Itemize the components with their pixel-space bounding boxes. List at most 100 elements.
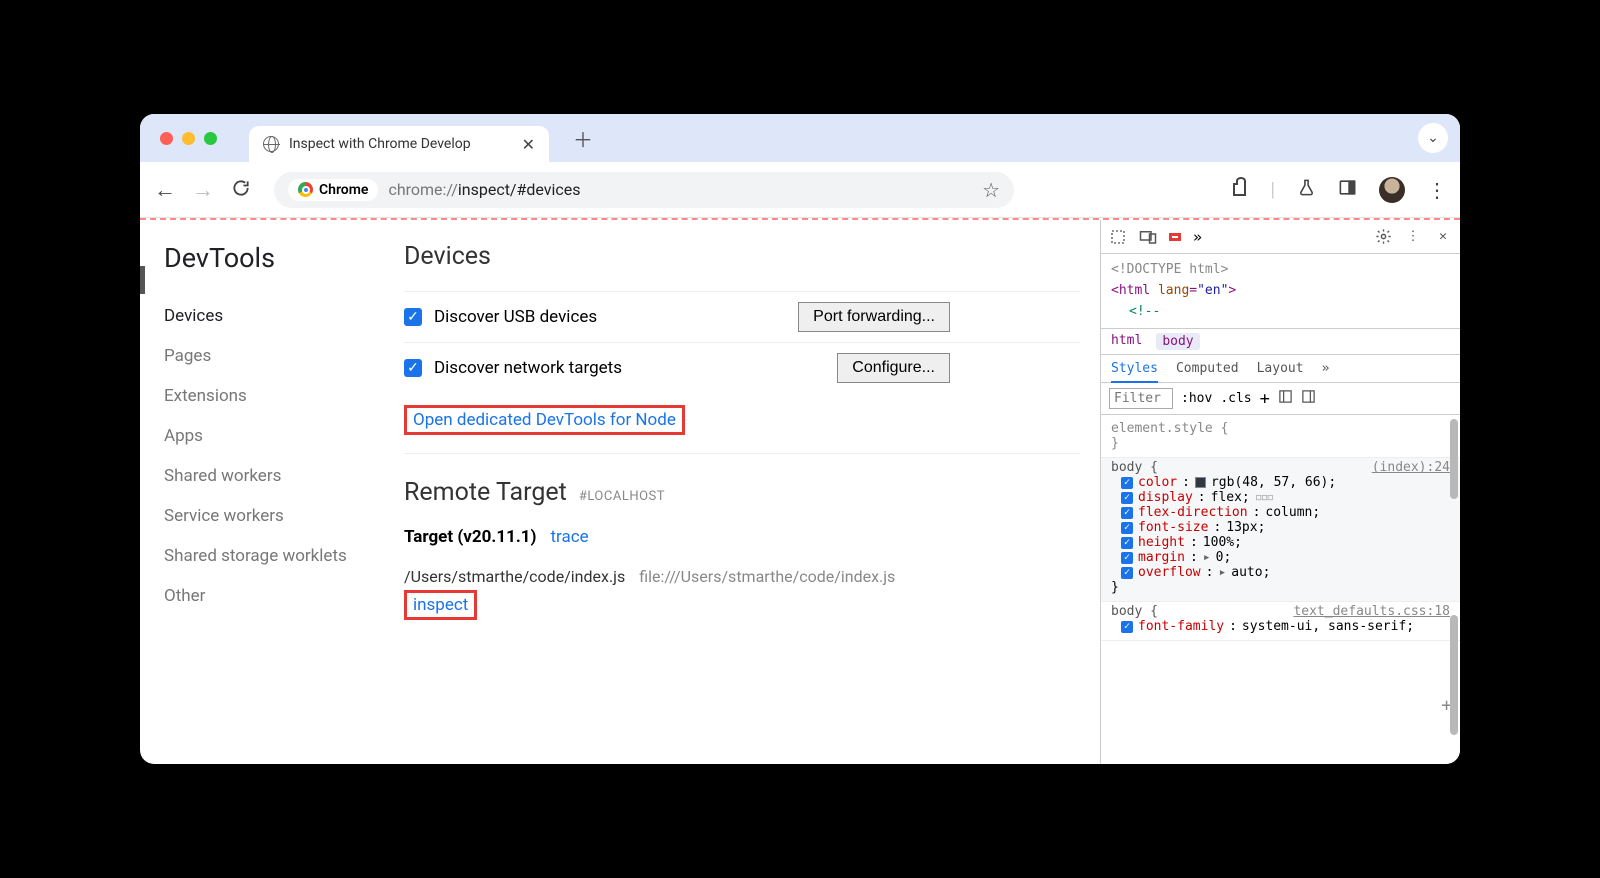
discover-network-row: ✓ Discover network targets Configure... <box>404 342 1080 393</box>
settings-gear-icon[interactable] <box>1374 228 1392 246</box>
sidebar-item-shared-workers[interactable]: Shared workers <box>164 456 404 496</box>
labs-icon[interactable] <box>1297 178 1316 202</box>
discover-usb-checkbox[interactable]: ✓ <box>404 308 422 326</box>
computed-sidebar-icon[interactable] <box>1278 389 1293 408</box>
hov-toggle[interactable]: :hov <box>1181 391 1212 406</box>
trace-link[interactable]: trace <box>550 527 588 547</box>
close-window-button[interactable] <box>160 132 173 145</box>
discover-usb-label: Discover USB devices <box>434 307 597 327</box>
side-panel-icon[interactable] <box>1338 178 1357 202</box>
target-version: (v20.11.1) <box>457 527 536 547</box>
open-node-devtools-highlight: Open dedicated DevTools for Node <box>404 405 685 435</box>
rule1-source-link[interactable]: (index):24 <box>1372 460 1450 475</box>
discover-usb-row: ✓ Discover USB devices Port forwarding..… <box>404 291 1080 342</box>
styles-filter-bar: :hov .cls + <box>1101 383 1460 415</box>
sidebar-item-apps[interactable]: Apps <box>164 416 404 456</box>
tab-layout[interactable]: Layout <box>1257 361 1304 376</box>
tab-close-button[interactable]: ✕ <box>522 135 535 154</box>
styles-filter-input[interactable] <box>1109 388 1173 409</box>
content-area: DevTools DevicesPagesExtensionsAppsShare… <box>140 218 1460 764</box>
tab-styles[interactable]: Styles <box>1111 361 1158 383</box>
property-toggle[interactable]: ✓ <box>1121 537 1133 549</box>
tab-computed[interactable]: Computed <box>1176 361 1239 376</box>
remote-target-heading: Remote Target <box>404 478 567 507</box>
sidebar-item-shared-storage-worklets[interactable]: Shared storage worklets <box>164 536 404 576</box>
inspect-page: DevTools DevicesPagesExtensionsAppsShare… <box>140 220 1100 764</box>
devtools-sidebar: DevTools DevicesPagesExtensionsAppsShare… <box>164 242 404 764</box>
sidebar-item-devices[interactable]: Devices <box>164 296 404 336</box>
cls-toggle[interactable]: .cls <box>1220 391 1251 406</box>
target-path: /Users/stmarthe/code/index.js <box>404 567 625 586</box>
configure-button[interactable]: Configure... <box>837 353 950 383</box>
tab-title: Inspect with Chrome Develop <box>289 136 471 152</box>
inspect-link-highlight: inspect <box>404 590 477 620</box>
css-property[interactable]: ✓overflow: ▸ auto; <box>1111 565 1450 580</box>
dom-tree[interactable]: <!DOCTYPE html> <html lang="en"> <!-- <box>1101 254 1460 329</box>
sidebar-item-service-workers[interactable]: Service workers <box>164 496 404 536</box>
devtools-menu-button[interactable]: ⋮ <box>1404 228 1422 246</box>
port-forwarding-button[interactable]: Port forwarding... <box>798 302 950 332</box>
rule2-source-link[interactable]: text_defaults.css:18 <box>1293 604 1450 619</box>
browser-window: Inspect with Chrome Develop ✕ ＋ ⌄ ← → Ch… <box>140 114 1460 764</box>
target-label: Target <box>404 527 453 547</box>
extensions-icon[interactable] <box>1231 181 1248 198</box>
window-controls <box>160 132 217 145</box>
node-tab-highlight <box>1169 233 1181 241</box>
back-button[interactable]: ← <box>154 177 176 203</box>
browser-menu-button[interactable]: ⋮ <box>1427 178 1446 202</box>
localhost-tag: #LOCALHOST <box>579 489 665 504</box>
body-rule-1: body { (index):24 ✓color: rgb(48, 57, 66… <box>1101 458 1460 602</box>
sidebar-item-other[interactable]: Other <box>164 576 404 616</box>
inspect-link[interactable]: inspect <box>413 595 468 615</box>
property-toggle[interactable]: ✓ <box>1121 552 1133 564</box>
sidebar-item-pages[interactable]: Pages <box>164 336 404 376</box>
devtools-scrollbar[interactable] <box>1448 415 1460 764</box>
devtools-title: DevTools <box>164 242 404 274</box>
property-toggle[interactable]: ✓ <box>1121 621 1133 633</box>
new-style-rule-button[interactable]: + <box>1260 389 1270 409</box>
css-property[interactable]: ✓margin: ▸ 0; <box>1111 550 1450 565</box>
crumb-html[interactable]: html <box>1111 333 1142 350</box>
new-tab-button[interactable]: ＋ <box>573 124 593 153</box>
chrome-icon <box>298 182 313 197</box>
crumb-body[interactable]: body <box>1156 333 1199 350</box>
address-bar[interactable]: Chrome chrome://inspect/#devices ☆ <box>274 172 1014 208</box>
css-property[interactable]: ✓font-size: 13px; <box>1111 520 1450 535</box>
reload-button[interactable] <box>230 178 252 202</box>
url-text: chrome://inspect/#devices <box>388 180 580 199</box>
minimize-window-button[interactable] <box>182 132 195 145</box>
tabs-overflow-button[interactable]: » <box>1193 228 1202 246</box>
color-swatch[interactable] <box>1195 477 1206 488</box>
sidebar-active-indicator <box>140 266 145 294</box>
property-toggle[interactable]: ✓ <box>1121 492 1133 504</box>
browser-tab[interactable]: Inspect with Chrome Develop ✕ <box>249 126 549 162</box>
css-property[interactable]: ✓display: flex; ▫▫▫ <box>1111 490 1450 505</box>
discover-network-checkbox[interactable]: ✓ <box>404 359 422 377</box>
toggle-sidebar-icon[interactable] <box>1301 389 1316 408</box>
css-property[interactable]: ✓flex-direction: column; <box>1111 505 1450 520</box>
property-toggle[interactable]: ✓ <box>1121 477 1133 489</box>
styles-tabs-overflow[interactable]: » <box>1322 361 1330 376</box>
chrome-chip-label: Chrome <box>319 182 368 198</box>
styles-tabs: Styles Computed Layout » <box>1101 355 1460 383</box>
profile-avatar[interactable] <box>1379 177 1405 203</box>
sidebar-item-extensions[interactable]: Extensions <box>164 376 404 416</box>
tabstrip-overflow-button[interactable]: ⌄ <box>1418 123 1448 153</box>
toolbar: ← → Chrome chrome://inspect/#devices ☆ | <box>140 162 1460 218</box>
property-toggle[interactable]: ✓ <box>1121 522 1133 534</box>
device-toolbar-icon[interactable] <box>1139 228 1157 246</box>
css-property[interactable]: ✓color: rgb(48, 57, 66); <box>1111 475 1450 490</box>
bookmark-star-icon[interactable]: ☆ <box>982 178 1000 202</box>
flex-editor-icon[interactable]: ▫▫▫ <box>1255 490 1272 505</box>
inspect-element-icon[interactable] <box>1109 228 1127 246</box>
css-property[interactable]: ✓height: 100%; <box>1111 535 1450 550</box>
css-property[interactable]: ✓font-family: system-ui, sans-serif; <box>1111 619 1450 634</box>
fullscreen-window-button[interactable] <box>204 132 217 145</box>
open-node-devtools-link[interactable]: Open dedicated DevTools for Node <box>413 410 676 430</box>
styles-pane[interactable]: element.style { } body { (index):24 ✓col… <box>1101 415 1460 764</box>
forward-button[interactable]: → <box>192 177 214 203</box>
property-toggle[interactable]: ✓ <box>1121 507 1133 519</box>
property-toggle[interactable]: ✓ <box>1121 567 1133 579</box>
devtools-close-button[interactable]: ✕ <box>1434 228 1452 246</box>
body-rule-2: body { text_defaults.css:18 ✓font-family… <box>1101 602 1460 641</box>
